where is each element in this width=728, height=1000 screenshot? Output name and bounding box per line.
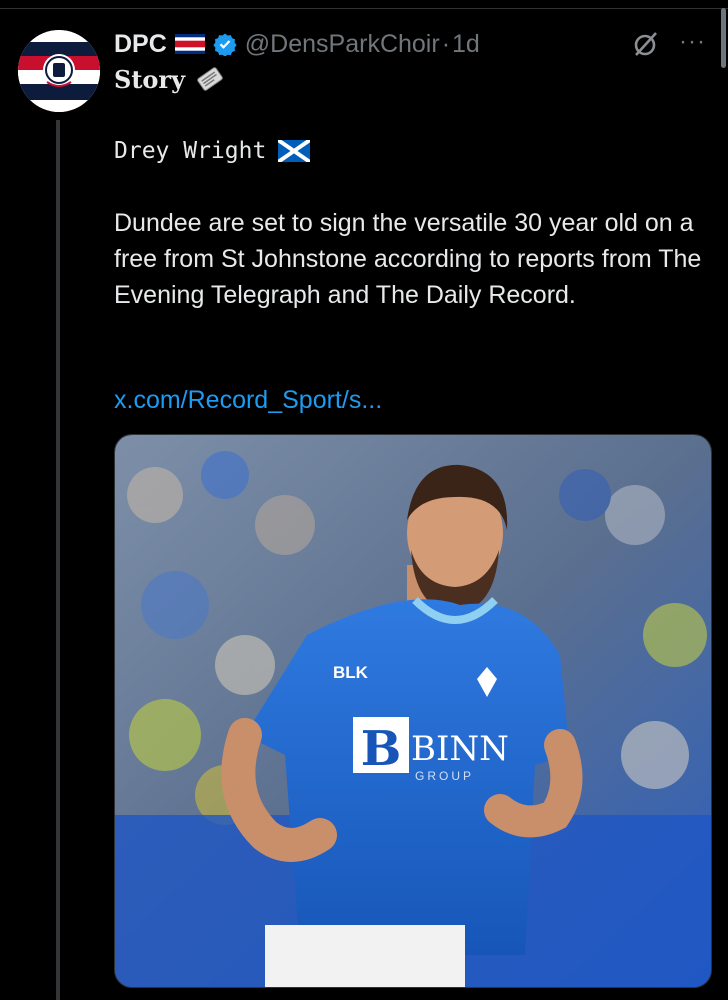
post-image[interactable]: B BINN GROUP BLK xyxy=(114,434,712,988)
player-name: Drey Wright xyxy=(114,138,267,164)
shirt-sponsor-logo: B xyxy=(361,721,402,777)
shirt-sponsor: BINN xyxy=(411,729,509,769)
more-options-icon[interactable]: ··· xyxy=(679,28,706,56)
author-handle[interactable]: @DensParkChoir xyxy=(245,30,440,59)
author-subtitle-row: Story xyxy=(114,64,225,94)
thread-connector-line xyxy=(56,120,60,1000)
post-link[interactable]: x.com/Record_Sport/s... xyxy=(114,386,382,415)
grok-icon[interactable] xyxy=(632,30,660,58)
avatar-logo-icon xyxy=(18,30,100,112)
top-divider xyxy=(0,8,728,9)
shirt-sponsor-sub: GROUP xyxy=(415,769,474,783)
flag-scotland-icon xyxy=(278,140,311,162)
player-name-line: Drey Wright xyxy=(114,138,311,164)
author-subtitle: Story xyxy=(114,64,186,94)
newspaper-icon xyxy=(197,67,223,91)
kit-sponsor: BLK xyxy=(333,663,369,682)
scrollbar[interactable] xyxy=(721,8,726,68)
author-name[interactable]: DPC xyxy=(114,30,167,59)
post-body: Dundee are set to sign the versatile 30 … xyxy=(114,209,702,309)
verified-badge-icon xyxy=(213,33,237,56)
meta-separator: · xyxy=(441,29,451,58)
flag-costa-rica-icon xyxy=(174,34,205,54)
avatar[interactable] xyxy=(18,30,100,112)
post-header: DPC @DensParkChoir · 1d xyxy=(114,27,480,61)
post-time[interactable]: 1d xyxy=(452,30,480,59)
player-photo: B BINN GROUP BLK xyxy=(115,435,711,987)
